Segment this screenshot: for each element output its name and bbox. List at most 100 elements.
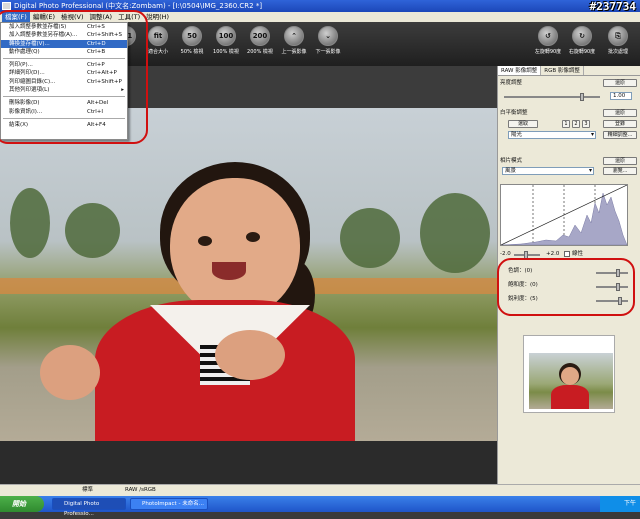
zoom-100-label: 100% 檢視 xyxy=(213,49,239,55)
palette-tabs: RAW 影像調整 RGB 影像調整 xyxy=(498,66,640,76)
wb-page-1-button[interactable]: 1 xyxy=(562,120,570,128)
rotate-left-button[interactable]: ↺ 左旋轉90度 xyxy=(532,26,564,55)
file-menu-item-shortcut: Ctrl+Alt+P xyxy=(87,70,117,77)
tool-palette: RAW 影像調整 RGB 影像調整 亮度調整 還原 1.00 白平衡調整 還原 … xyxy=(497,66,640,484)
file-menu-item[interactable]: 列印縮圖目錄(C)... Ctrl+Shift+P xyxy=(1,78,127,86)
file-menu-item[interactable]: 詳細列印(D)... Ctrl+Alt+P xyxy=(1,69,127,77)
file-menu-item-shortcut: Ctrl+Shift+S xyxy=(87,32,122,39)
hue-label: 色調：(0) xyxy=(508,268,533,274)
thumbnail-child-face xyxy=(561,367,579,385)
zoom-50-button[interactable]: 50 50% 檢視 xyxy=(176,26,208,55)
slider-thumb[interactable] xyxy=(618,297,622,305)
menu-view[interactable]: 檢視(V) xyxy=(58,12,87,22)
file-menu-item-shortcut: Alt+Del xyxy=(87,100,109,107)
menu-edit[interactable]: 編輯(E) xyxy=(30,12,58,22)
zoom-200-button[interactable]: 200 200% 檢視 xyxy=(244,26,276,55)
menu-adjust[interactable]: 調整(A) xyxy=(87,12,116,22)
file-menu-item[interactable]: 列印(P)... Ctrl+P xyxy=(1,61,127,69)
menu-file[interactable]: 檔案(F) xyxy=(2,12,30,22)
start-label: 開始 xyxy=(12,500,26,508)
wb-fine-tune-button[interactable]: 精細調整... xyxy=(603,131,637,139)
tab-raw-adjust[interactable]: RAW 影像調整 xyxy=(498,66,542,75)
sharpness-slider[interactable] xyxy=(596,297,628,305)
status-colorspace: RAW /sRGB xyxy=(125,487,156,493)
file-menu-item[interactable]: 其他列印選項(L) ▸ xyxy=(1,86,127,94)
taskbar-dpp-button[interactable]: Digital Photo Professio... xyxy=(52,498,126,517)
file-menu-item-label: 列印(P)... xyxy=(9,62,33,69)
white-balance-picker-button[interactable]: 選取 xyxy=(508,120,538,128)
background-tree xyxy=(340,208,400,268)
brightness-slider[interactable] xyxy=(504,93,600,101)
brightness-reset-button[interactable]: 還原 xyxy=(603,79,637,87)
file-menu-item[interactable]: 轉換並存檔(V)... Ctrl+D xyxy=(1,39,127,48)
file-menu-item[interactable]: 動作處理(Q) Ctrl+B xyxy=(1,48,127,56)
file-menu-item-label: 詳細列印(D)... xyxy=(9,70,45,77)
saturation-value: 0 xyxy=(532,282,536,288)
start-button[interactable]: 開始 xyxy=(0,496,44,512)
next-image-label: 下一張影像 xyxy=(315,49,341,55)
menu-separator xyxy=(3,58,125,60)
saturation-label-text: 飽和度： xyxy=(508,282,531,288)
file-menu-item-label: 刪除影像(D) xyxy=(9,100,40,107)
saturation-slider[interactable] xyxy=(596,283,628,291)
file-menu-dropdown: 加入調整參數並存檔(S) Ctrl+S 加入調整參數並另存檔(A)... Ctrl+S… xyxy=(0,22,128,140)
clock: 下午 xyxy=(623,500,636,507)
chevron-up-icon: ⌃ xyxy=(284,26,304,46)
file-menu-item[interactable]: 刪除影像(D) Alt+Del xyxy=(1,99,127,107)
menu-separator xyxy=(3,96,125,98)
white-balance-reset-button[interactable]: 還原 xyxy=(603,109,637,117)
file-menu-item[interactable]: 結束(X) Alt+F4 xyxy=(1,121,127,129)
file-menu-item-shortcut: Ctrl+I xyxy=(87,108,104,115)
fit-to-window-label: 適合大小 xyxy=(147,49,168,55)
rotate-right-button[interactable]: ↻ 右旋轉90度 xyxy=(566,26,598,55)
wb-page-3-button[interactable]: 3 xyxy=(582,120,590,128)
background-tree xyxy=(65,203,120,258)
fit-icon: fit xyxy=(148,26,168,46)
child-left-hand xyxy=(40,345,100,400)
photo-preview[interactable] xyxy=(0,108,497,441)
child-eye xyxy=(198,236,212,246)
batch-process-button[interactable]: ⎘ 批次處理 xyxy=(602,26,634,55)
taskbar-photoimpact-button[interactable]: PhotoImpact - 未命名... xyxy=(130,498,208,510)
tone-curve-histogram[interactable] xyxy=(500,184,628,246)
wb-register-button[interactable]: 登錄 xyxy=(603,120,637,128)
file-menu-item[interactable]: 影像資訊(I)... Ctrl+I xyxy=(1,108,127,116)
linear-checkbox[interactable] xyxy=(564,251,570,257)
wb-page-2-button[interactable]: 2 xyxy=(572,120,580,128)
brightness-section: 亮度調整 還原 1.00 xyxy=(500,79,638,105)
brightness-value-field[interactable]: 1.00 xyxy=(610,92,632,100)
file-menu-item-shortcut: Ctrl+P xyxy=(87,62,105,69)
picture-style-select[interactable]: 風景 xyxy=(502,167,594,175)
tab-rgb-adjust[interactable]: RGB 影像調整 xyxy=(541,66,584,75)
file-menu-item[interactable]: 加入調整參數並存檔(S) Ctrl+S xyxy=(1,23,127,31)
slider-thumb[interactable] xyxy=(616,269,620,277)
histogram-graph xyxy=(500,184,628,246)
title-bar: Digital Photo Professional (中文名:Zombam) … xyxy=(0,0,640,12)
file-menu-item-shortcut: Ctrl+S xyxy=(87,24,105,30)
file-menu-item-label: 列印縮圖目錄(C)... xyxy=(9,78,56,85)
file-menu-item-label: 加入調整參數並另存檔(A)... xyxy=(9,32,78,39)
slider-thumb[interactable] xyxy=(580,93,584,101)
rotate-left-label: 左旋轉90度 xyxy=(534,49,562,55)
file-menu-item[interactable]: 加入調整參數並另存檔(A)... Ctrl+Shift+S xyxy=(1,31,127,39)
next-image-button[interactable]: ⌄ 下一張影像 xyxy=(312,26,344,55)
picture-style-reset-button[interactable]: 還原 xyxy=(603,157,637,165)
histogram-range-slider[interactable] xyxy=(514,251,540,259)
menu-tools[interactable]: 工具(T) xyxy=(115,12,143,22)
previous-image-button[interactable]: ⌃ 上一張影像 xyxy=(278,26,310,55)
app-icon xyxy=(2,2,11,10)
white-balance-preset-select[interactable]: 陽光 xyxy=(508,131,596,139)
chevron-down-icon: ⌄ xyxy=(318,26,338,46)
zoom-100-button[interactable]: 100 100% 檢視 xyxy=(210,26,242,55)
thumbnail-image xyxy=(529,353,613,409)
menu-help[interactable]: 說明(H) xyxy=(143,12,172,22)
picture-style-browse-button[interactable]: 瀏覽... xyxy=(603,167,637,175)
hue-slider[interactable] xyxy=(596,269,628,277)
file-menu-item-label: 轉換並存檔(V)... xyxy=(9,40,50,47)
linear-label: 線性 xyxy=(572,251,584,257)
slider-thumb[interactable] xyxy=(524,251,528,259)
navigator-thumbnail[interactable] xyxy=(523,335,615,413)
fit-to-window-button[interactable]: fit 適合大小 xyxy=(142,26,174,55)
slider-thumb[interactable] xyxy=(616,283,620,291)
background-tree xyxy=(10,188,50,258)
